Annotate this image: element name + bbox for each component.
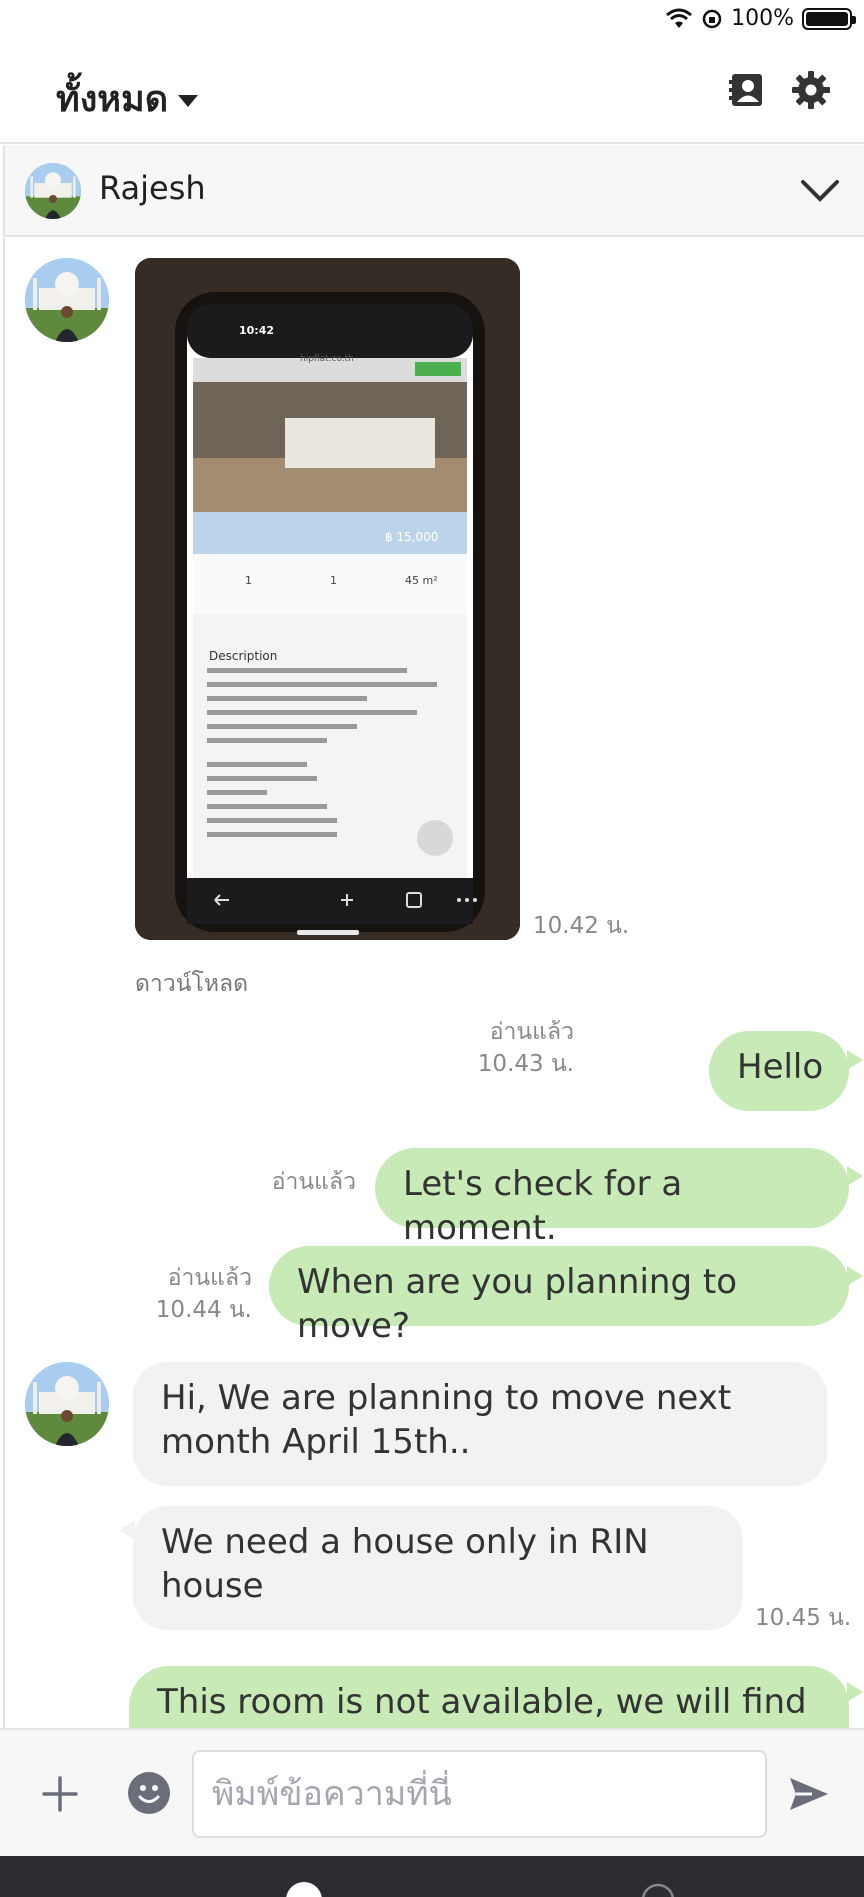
photo-time: 10.42 น.	[533, 913, 630, 939]
plus-icon	[42, 1776, 78, 1812]
sender-avatar[interactable]	[25, 1362, 109, 1446]
screen-stat-bathrooms: 1	[330, 574, 337, 587]
message-text: Let's check for a moment.	[403, 1164, 683, 1248]
screen-stat-bedrooms: 1	[245, 574, 252, 587]
message-bubble-outgoing[interactable]: When are you planning to move?	[269, 1246, 849, 1346]
settings-gear-icon	[792, 71, 830, 109]
sender-avatar[interactable]	[25, 258, 109, 342]
message-bubble-incoming[interactable]: Hi, We are planning to move next month A…	[133, 1362, 827, 1486]
message-bubble-outgoing[interactable]: This room is not available, we will find	[129, 1666, 849, 1728]
contacts-icon	[729, 74, 762, 106]
expand-button[interactable]	[796, 167, 844, 215]
chevron-down-icon	[801, 180, 839, 202]
message-time: 10.43 น.	[477, 1051, 574, 1077]
chat-partner-bar[interactable]: Rajesh	[3, 145, 864, 237]
message-bubble-outgoing[interactable]: Hello	[709, 1031, 849, 1111]
screen-url: hipflat.co.th	[300, 354, 354, 364]
message-text: Hello	[737, 1047, 824, 1087]
message-text: When are you planning to move?	[297, 1262, 737, 1346]
message-list[interactable]: 10:42 hipflat.co.th ฿ 15,000 1 1 45 m² D…	[3, 238, 864, 1728]
read-receipt: อ่านแล้ว	[489, 1019, 574, 1045]
message-time: 10.44 น.	[155, 1297, 252, 1323]
orientation-lock-icon	[702, 9, 722, 28]
settings-button[interactable]	[789, 68, 833, 112]
read-receipt: อ่านแล้ว	[271, 1169, 356, 1195]
phone-screenshot-image: 10:42 hipflat.co.th ฿ 15,000 1 1 45 m² D…	[135, 258, 520, 940]
wifi-icon	[666, 8, 693, 28]
bubble-tail	[847, 1050, 863, 1070]
bubble-tail	[847, 1266, 863, 1286]
partner-name: Rajesh	[99, 169, 206, 207]
message-text: Hi, We are planning to move next	[161, 1378, 732, 1418]
message-meta: อ่านแล้ว 10.43 น.	[478, 1016, 574, 1080]
avatar-photo	[25, 258, 109, 342]
status-bar: 100%	[0, 0, 864, 40]
message-text: This room is not available, we will find	[157, 1682, 807, 1722]
page-title: ทั้งหมด	[56, 79, 169, 120]
avatar-photo	[25, 163, 81, 219]
shared-photo[interactable]: 10:42 hipflat.co.th ฿ 15,000 1 1 45 m² D…	[135, 258, 520, 940]
emoji-button[interactable]	[128, 1772, 170, 1814]
message-input[interactable]	[192, 1750, 767, 1838]
nav-indicators	[286, 1882, 674, 1897]
app-header: ทั้งหมด	[0, 40, 864, 144]
status-icons: 100%	[665, 6, 856, 31]
screen-price: ฿ 15,000	[385, 530, 438, 544]
emoji-icon	[138, 1785, 160, 1803]
composer-bar	[0, 1728, 864, 1856]
message-meta: อ่านแล้ว 10.44 น.	[156, 1262, 252, 1326]
contacts-button[interactable]	[725, 68, 769, 112]
message-bubble-incoming[interactable]: We need a house only in RIN house	[133, 1506, 743, 1630]
message-bubble-outgoing[interactable]: Let's check for a moment.	[375, 1148, 849, 1248]
partner-avatar[interactable]	[25, 163, 81, 219]
attach-button[interactable]	[36, 1770, 84, 1818]
send-icon	[790, 1778, 828, 1810]
battery-percent: 100%	[731, 6, 794, 31]
send-button[interactable]	[784, 1770, 832, 1818]
bubble-tail	[119, 1520, 135, 1540]
bubble-tail	[847, 1166, 863, 1186]
system-nav-bar	[0, 1856, 864, 1897]
message-time: 10.45 น.	[755, 1605, 852, 1631]
bubble-tail	[847, 1682, 863, 1702]
caret-down-icon	[178, 94, 199, 107]
avatar-photo	[25, 1362, 109, 1446]
message-text: house	[161, 1566, 264, 1606]
download-link[interactable]: ดาวน์โหลด	[135, 966, 248, 1002]
message-text: month April 15th..	[161, 1422, 471, 1462]
screen-stat-area: 45 m²	[405, 574, 438, 587]
message-text: We need a house only in RIN	[161, 1522, 649, 1562]
filter-dropdown[interactable]: ทั้งหมด	[56, 70, 199, 127]
read-receipt: อ่านแล้ว	[167, 1265, 252, 1291]
screen-heading: Description	[209, 649, 277, 663]
screen-clock: 10:42	[239, 324, 274, 337]
battery-icon	[802, 7, 856, 30]
